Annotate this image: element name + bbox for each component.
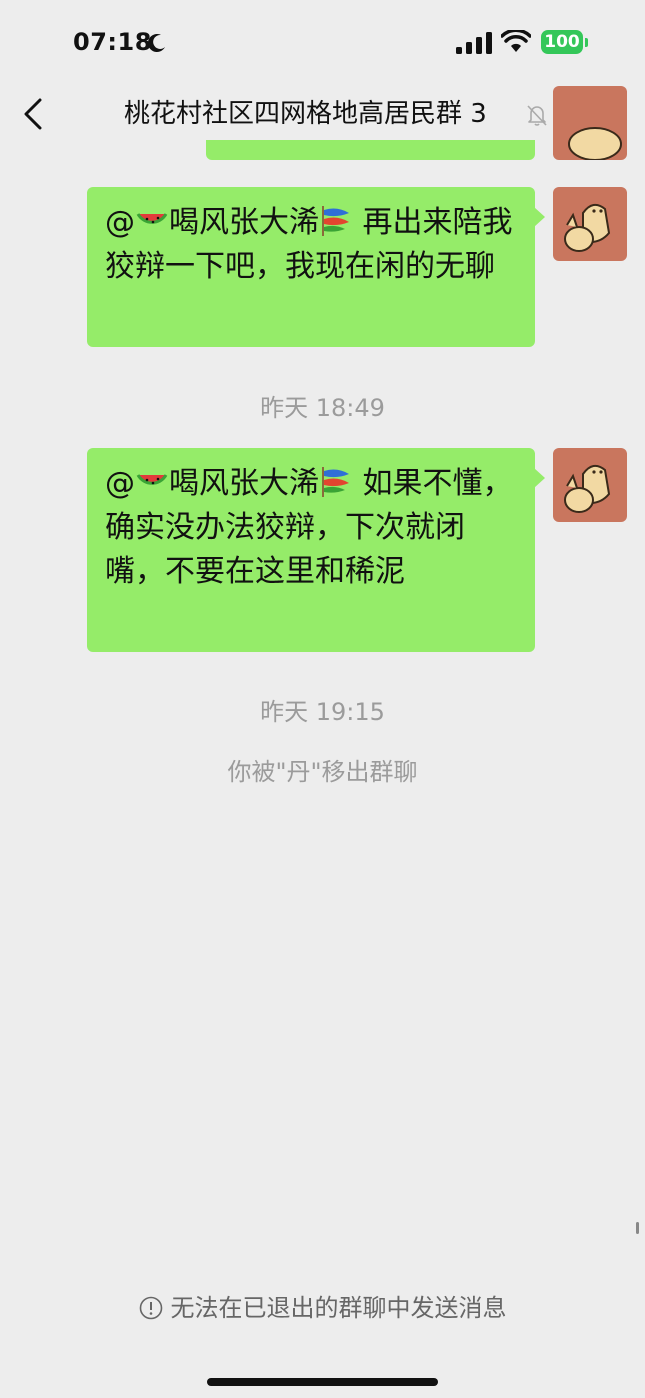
- watermelon-emoji-icon: [136, 213, 168, 224]
- avatar[interactable]: [553, 448, 627, 522]
- scrollbar[interactable]: [636, 1222, 639, 1234]
- message-bubble[interactable]: @ 喝风张大浠 再出来陪我狡辩一下吧，我现在闲的无聊: [87, 187, 545, 347]
- cannot-send-notice: 无法在已退出的群聊中发送消息: [0, 1288, 645, 1323]
- home-indicator[interactable]: [207, 1378, 438, 1386]
- mentioned-name: 喝风张大浠: [169, 466, 319, 501]
- avatar[interactable]: [553, 187, 627, 261]
- status-bar: 07:18 100: [0, 0, 645, 88]
- timestamp: 昨天 18:49: [260, 394, 385, 422]
- timestamp: 昨天 19:15: [260, 698, 385, 726]
- cannot-send-text: 无法在已退出的群聊中发送消息: [170, 1294, 507, 1322]
- carp-streamer-emoji-icon: [322, 206, 349, 236]
- message-bubble[interactable]: @ 喝风张大浠 如果不懂，确实没办法狡辩，下次就闭嘴，不要在这里和稀泥: [87, 448, 545, 652]
- carp-streamer-emoji-icon: [322, 467, 349, 497]
- cellular-signal-icon: [456, 32, 492, 54]
- mention-symbol: @: [105, 205, 135, 240]
- battery-level: 100: [541, 30, 583, 54]
- mentioned-name: 喝风张大浠: [169, 205, 319, 240]
- system-notice: 你被"丹"移出群聊: [227, 758, 418, 786]
- wifi-icon: [501, 30, 531, 52]
- chat-header: 桃花村社区四网格地高居民群 3: [0, 88, 645, 140]
- moon-icon: [147, 34, 165, 53]
- avatar[interactable]: [553, 86, 627, 160]
- back-chevron-icon[interactable]: [20, 96, 48, 132]
- message-text: 如果不: [362, 466, 453, 501]
- muted-bell-icon: [527, 105, 547, 126]
- watermelon-emoji-icon: [136, 474, 168, 485]
- chat-title[interactable]: 桃花村社区四网格地高居民群 3: [124, 96, 487, 132]
- mention-symbol: @: [105, 466, 135, 501]
- info-icon: [139, 1296, 162, 1320]
- message-bubble-partial[interactable]: [206, 140, 535, 160]
- status-time: 07:18: [73, 28, 152, 56]
- message-text: 再出来: [362, 205, 453, 240]
- battery-indicator: 100: [541, 30, 589, 56]
